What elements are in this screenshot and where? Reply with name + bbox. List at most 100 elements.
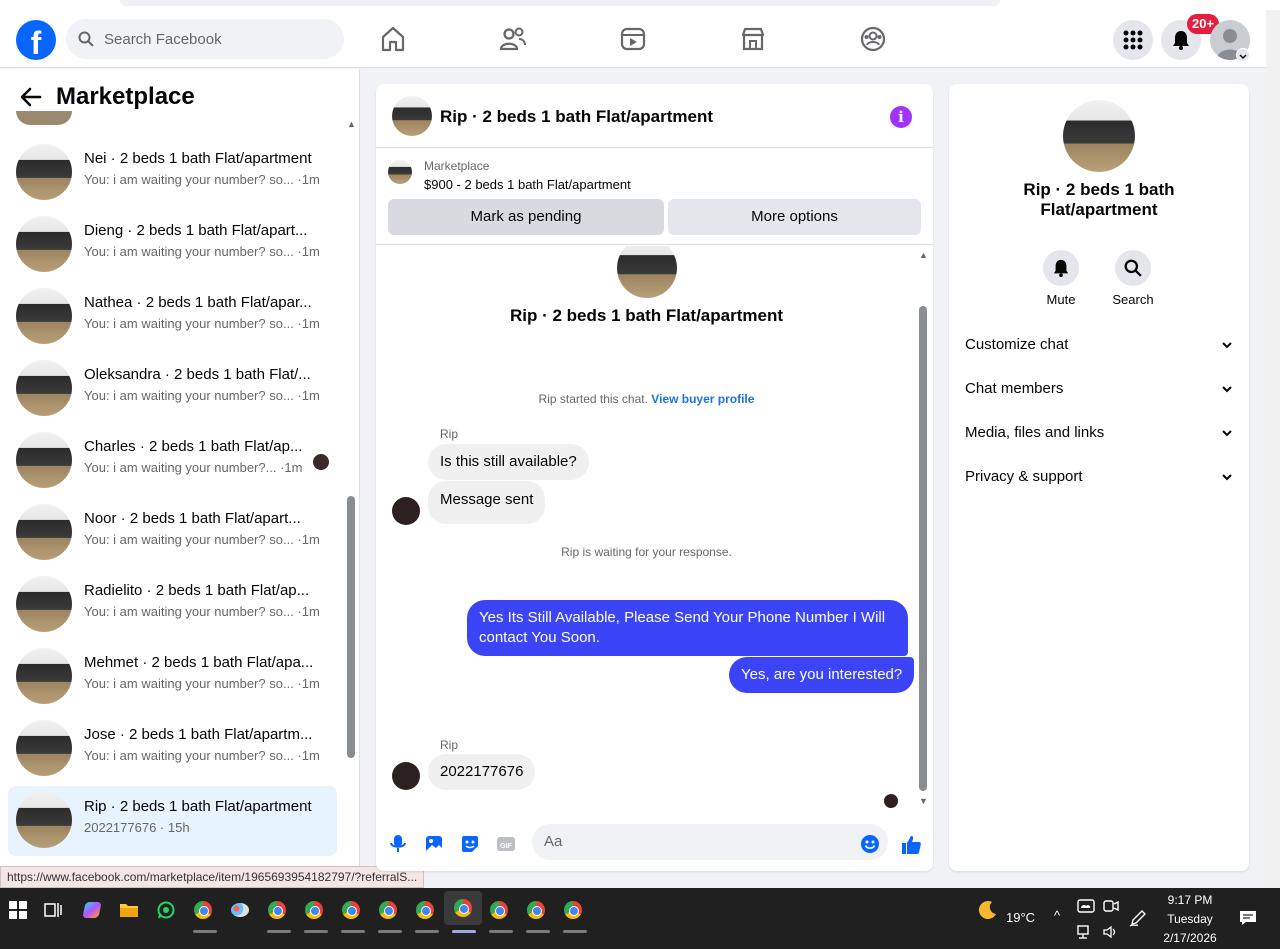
view-buyer-profile-link[interactable]: View buyer profile xyxy=(651,392,754,406)
chrome-icon[interactable] xyxy=(374,896,402,924)
friends-icon[interactable] xyxy=(498,24,528,54)
page-scrollbar[interactable] xyxy=(1266,10,1280,888)
gif-icon[interactable]: GIF xyxy=(496,834,516,854)
chrome-icon[interactable] xyxy=(559,896,587,924)
chrome-icon[interactable] xyxy=(300,896,328,924)
groups-icon[interactable] xyxy=(858,24,888,54)
chrome-icon[interactable] xyxy=(522,896,550,924)
conversation-item[interactable]: Jose · 2 beds 1 bath Flat/apartm... You: … xyxy=(8,714,337,784)
clock-date[interactable]: 2/17/2026 xyxy=(1156,931,1224,945)
details-name[interactable]: Rip · 2 beds 1 bath Flat/apartment xyxy=(989,180,1209,220)
menu-button[interactable] xyxy=(1113,20,1153,60)
conversation-item[interactable]: Nei · 2 beds 1 bath Flat/apartment You: i… xyxy=(8,138,337,208)
notification-center-icon[interactable] xyxy=(1234,904,1262,932)
sender-avatar[interactable] xyxy=(392,497,420,525)
message-bubble-incoming[interactable]: Is this still available? xyxy=(428,444,589,480)
sticker-icon[interactable] xyxy=(460,834,480,854)
chat-scrollbar[interactable] xyxy=(919,306,927,791)
more-options-button[interactable]: More options xyxy=(668,199,921,235)
chat-title[interactable]: Rip · 2 beds 1 bath Flat/apartment xyxy=(440,107,713,127)
pen-icon[interactable] xyxy=(1124,904,1152,932)
paint-icon[interactable] xyxy=(226,896,254,924)
conversation-item[interactable]: Noor · 2 beds 1 bath Flat/apart... You: i… xyxy=(8,498,337,568)
tray-chevron-icon[interactable]: ^ xyxy=(1054,908,1060,923)
meet-now-icon[interactable] xyxy=(1097,892,1125,920)
photo-icon[interactable] xyxy=(424,834,444,854)
sender-name: Rip xyxy=(440,427,459,441)
conversation-thumbnail xyxy=(16,648,72,704)
windows-taskbar: 19°C ^ 9:17 PM Tuesday 2/17/2026 xyxy=(0,888,1280,949)
conversation-item[interactable]: Rip · 2 beds 1 bath Flat/apartment 202217… xyxy=(8,786,337,856)
chat-avatar[interactable] xyxy=(392,96,432,136)
task-view-icon[interactable] xyxy=(40,896,68,924)
clock-time[interactable]: 9:17 PM xyxy=(1156,893,1224,907)
windows-start-icon[interactable] xyxy=(4,896,32,924)
microphone-icon[interactable] xyxy=(388,834,408,854)
file-explorer-icon[interactable] xyxy=(115,896,143,924)
details-section[interactable]: Media, files and links xyxy=(965,424,1233,441)
message-input[interactable]: Aa xyxy=(532,824,888,860)
sidebar-scrollbar[interactable] xyxy=(347,496,355,758)
conversation-item[interactable]: Dieng · 2 beds 1 bath Flat/apart... You: … xyxy=(8,210,337,280)
onedrive-icon[interactable] xyxy=(1072,892,1100,920)
chrome-icon[interactable] xyxy=(411,896,439,924)
thread-avatar xyxy=(617,246,677,298)
conversation-item[interactable]: Radielito · 2 beds 1 bath Flat/ap... You:… xyxy=(8,570,337,640)
chrome-icon[interactable] xyxy=(263,896,291,924)
network-icon[interactable] xyxy=(1072,918,1100,946)
message-bubble-outgoing[interactable]: Yes, are you interested? xyxy=(729,657,915,693)
facebook-logo[interactable]: f xyxy=(16,20,56,60)
details-section[interactable]: Chat members xyxy=(965,380,1233,397)
scroll-down-arrow[interactable]: ▼ xyxy=(919,796,928,806)
whatsapp-icon[interactable] xyxy=(152,896,180,924)
video-icon[interactable] xyxy=(618,24,648,54)
details-section-label: Customize chat xyxy=(965,336,1069,353)
details-avatar[interactable] xyxy=(1063,100,1135,172)
scroll-up-arrow[interactable]: ▲ xyxy=(919,250,928,260)
conversation-item[interactable]: Oleksandra · 2 beds 1 bath Flat/... You: … xyxy=(8,354,337,424)
conversation-item[interactable]: Mehmet · 2 beds 1 bath Flat/apa... You: i… xyxy=(8,642,337,712)
listing-price-title[interactable]: $900 - 2 beds 1 bath Flat/apartment xyxy=(424,177,631,192)
sidebar-title: Marketplace xyxy=(56,83,195,110)
search-input[interactable]: Search Facebook xyxy=(104,31,222,48)
conversation-title: Rip · 2 beds 1 bath Flat/apartment xyxy=(84,798,312,815)
back-arrow-icon[interactable] xyxy=(20,87,42,107)
conversation-item[interactable]: Charles · 2 beds 1 bath Flat/ap... You: i… xyxy=(8,426,337,496)
chrome-icon[interactable] xyxy=(485,896,513,924)
home-icon[interactable] xyxy=(378,24,408,54)
emoji-icon[interactable] xyxy=(860,834,880,854)
waiting-note: Rip is waiting for your response. xyxy=(561,545,732,559)
conversation-preview: You: i am waiting your number? so... ·1m xyxy=(84,748,320,763)
like-icon[interactable] xyxy=(900,834,922,856)
copilot-icon[interactable] xyxy=(78,896,106,924)
browser-top-strip xyxy=(0,0,1280,10)
mark-as-pending-button[interactable]: Mark as pending xyxy=(388,199,664,235)
conversation-title: Charles · 2 beds 1 bath Flat/ap... xyxy=(84,438,303,455)
chrome-icon-active[interactable] xyxy=(444,891,482,925)
top-navigation-bar: f Search Facebook 20+ xyxy=(0,10,1266,68)
mute-button[interactable]: Mute xyxy=(1031,250,1091,307)
conversation-thumbnail xyxy=(16,792,72,848)
scroll-up-arrow[interactable]: ▲ xyxy=(347,119,356,129)
details-section[interactable]: Customize chat xyxy=(965,336,1233,353)
weather-temp[interactable]: 19°C xyxy=(1006,910,1035,925)
volume-icon[interactable] xyxy=(1097,918,1125,946)
weather-moon-icon[interactable] xyxy=(974,896,1002,924)
conversation-item[interactable]: Nathea · 2 beds 1 bath Flat/apar... You: … xyxy=(8,282,337,352)
message-bubble-outgoing[interactable]: Yes Its Still Available, Please Send You… xyxy=(467,600,908,656)
conversation-title: Jose · 2 beds 1 bath Flat/apartm... xyxy=(84,726,313,743)
listing-thumbnail[interactable] xyxy=(388,160,412,184)
marketplace-icon[interactable] xyxy=(738,24,768,54)
account-chevron-icon[interactable] xyxy=(1236,48,1250,62)
search-box[interactable]: Search Facebook xyxy=(66,19,344,59)
chrome-icon[interactable] xyxy=(337,896,365,924)
clock-day[interactable]: Tuesday xyxy=(1156,912,1224,926)
message-bubble-incoming[interactable]: 2022177676 xyxy=(428,754,536,790)
sender-avatar[interactable] xyxy=(392,762,420,790)
chat-started-note: Rip started this chat. View buyer profil… xyxy=(376,392,917,406)
search-in-chat-button[interactable]: Search xyxy=(1103,250,1163,307)
info-icon[interactable]: i xyxy=(890,106,912,128)
message-bubble-incoming[interactable]: Message sent xyxy=(428,481,546,524)
details-section[interactable]: Privacy & support xyxy=(965,468,1233,485)
chrome-icon[interactable] xyxy=(189,896,217,924)
